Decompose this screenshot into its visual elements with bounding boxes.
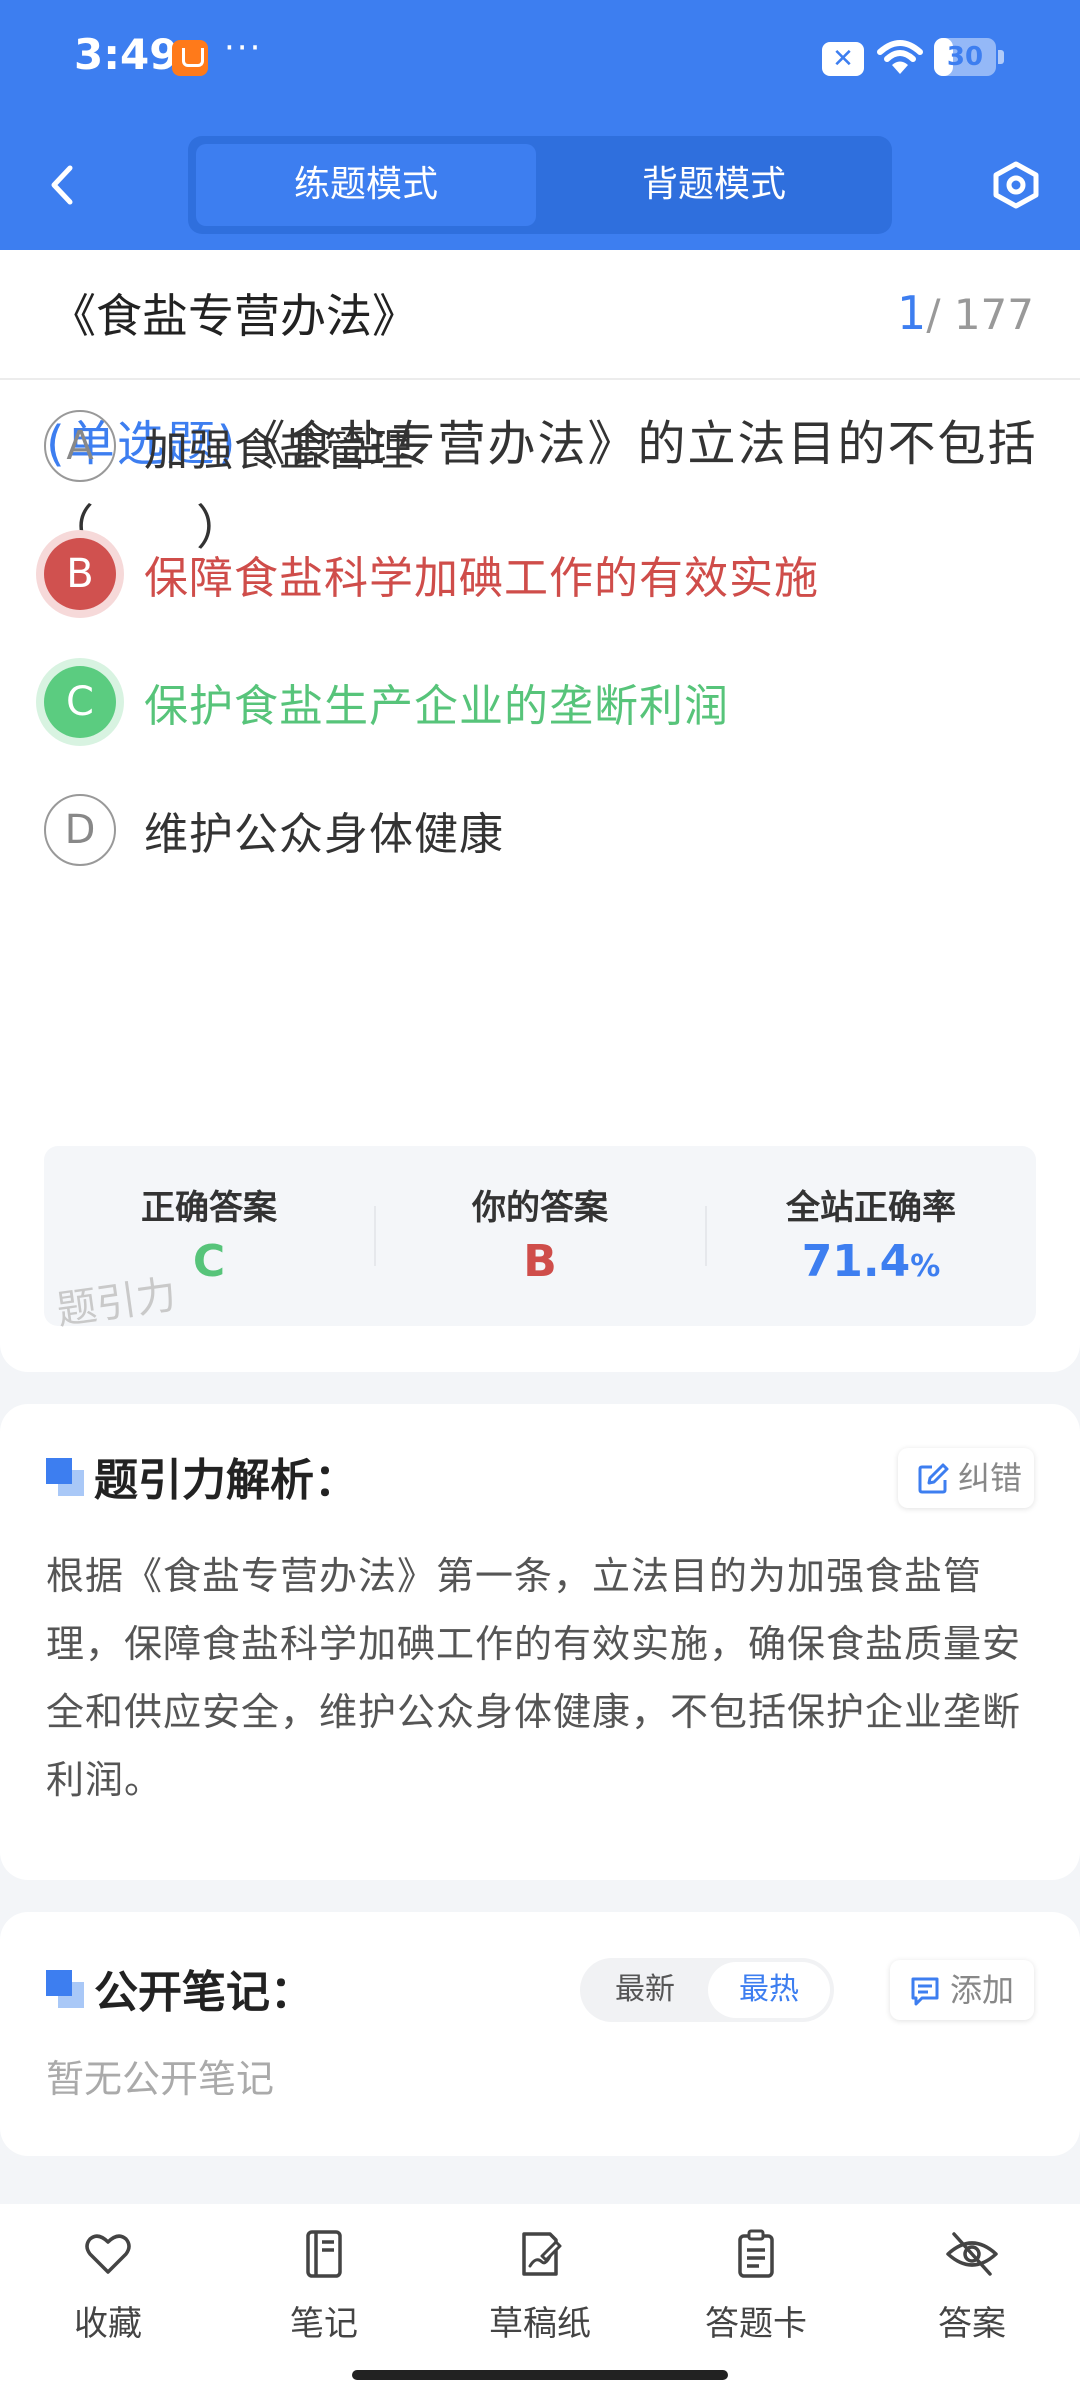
tab-practice-mode[interactable]: 练题模式 (196, 144, 536, 226)
back-button[interactable] (36, 150, 96, 220)
notes-title: 公开笔记： (94, 1967, 314, 2018)
notes-empty-state: 暂无公开笔记 (46, 2057, 275, 2101)
tab-draft-paper-label: 草稿纸 (489, 2304, 591, 2344)
option-text: 保护食盐生产企业的垄断利润 (144, 681, 729, 732)
analysis-title: 题引力解析： (94, 1455, 358, 1506)
add-note-button[interactable]: 添加 (890, 1960, 1034, 2020)
heart-icon (85, 2234, 131, 2274)
top-header: 3:49 ··· ✕ 30 练题模式 背题模式 (0, 0, 1080, 250)
report-error-label: 纠错 (958, 1459, 1023, 1497)
shopping-app-icon (172, 40, 208, 76)
your-answer-col: 你的答案 B (375, 1146, 705, 1326)
option-text: 保障食盐科学加碘工作的有效实施 (144, 553, 819, 604)
option-letter: D (44, 794, 116, 866)
correct-answer-label: 正确答案 (141, 1188, 277, 1228)
mode-switch: 练题模式 背题模式 (188, 136, 892, 234)
notebook-icon (306, 2230, 342, 2278)
option-letter: C (44, 666, 116, 738)
eye-off-icon (946, 2232, 998, 2276)
option-d[interactable]: D 维护公众身体健康 (44, 790, 1044, 870)
no-sim-icon: ✕ (822, 42, 864, 76)
notes-sort-switch: 最新 最热 (580, 1958, 834, 2022)
tab-favorite[interactable]: 收藏 (33, 2226, 183, 2346)
tab-answer-sheet[interactable]: 答题卡 (681, 2226, 831, 2346)
add-note-label: 添加 (950, 1971, 1015, 2009)
tab-draft-paper[interactable]: 草稿纸 (465, 2226, 615, 2346)
tab-recite-mode[interactable]: 背题模式 (544, 144, 884, 226)
option-text: 维护公众身体健康 (144, 809, 504, 860)
tab-notes[interactable]: 笔记 (249, 2226, 399, 2346)
tab-notes-label: 笔记 (290, 2304, 358, 2344)
answer-summary: 正确答案 C 你的答案 B 全站正确率 71.4% 题引力 (44, 1146, 1036, 1334)
question-counter[interactable]: 1/ 177 (897, 286, 1034, 340)
analysis-card: 题引力解析： 纠错 根据《食盐专营办法》第一条，立法目的为加强食盐管理，保障食盐… (0, 1404, 1080, 1880)
chapter-title: 《食盐专营办法》 (50, 289, 418, 343)
accuracy-unit: % (910, 1249, 941, 1284)
answer-sheet-icon (738, 2229, 774, 2278)
chevron-left-icon (51, 165, 73, 205)
draft-paper-icon (522, 2232, 562, 2276)
tab-answer-sheet-label: 答题卡 (705, 2304, 807, 2344)
option-letter: A (44, 410, 116, 482)
status-time: 3:49 (74, 30, 179, 79)
sort-hottest[interactable]: 最热 (708, 1962, 830, 2018)
tab-answer-label: 答案 (938, 2304, 1006, 2344)
total-questions: / 177 (926, 290, 1034, 339)
your-answer-label: 你的答案 (472, 1188, 608, 1228)
notes-card: 公开笔记： 最新 最热 添加 暂无公开笔记 (0, 1912, 1080, 2156)
accuracy-number: 71.4 (801, 1236, 911, 1287)
more-notifications-icon: ··· (224, 28, 263, 68)
accuracy-col: 全站正确率 71.4% (706, 1146, 1036, 1326)
accuracy-value: 71.4% (706, 1236, 1036, 1287)
tab-answer-toggle[interactable]: 答案 (897, 2226, 1047, 2346)
option-a[interactable]: A 加强食盐管理 (44, 406, 1044, 486)
section-icon (46, 1970, 84, 2008)
battery-level: 30 (946, 42, 984, 72)
option-letter: B (44, 538, 116, 610)
accuracy-label: 全站正确率 (786, 1188, 956, 1228)
section-icon (46, 1458, 84, 1496)
comment-icon (911, 1977, 939, 2006)
option-b[interactable]: B 保障食盐科学加碘工作的有效实施 (44, 534, 1044, 614)
settings-button[interactable] (986, 150, 1046, 220)
option-c[interactable]: C 保护食盐生产企业的垄断利润 (44, 662, 1044, 742)
status-bar: 3:49 ··· ✕ 30 (0, 0, 1080, 120)
battery-tip (998, 50, 1004, 64)
current-question-number: 1 (897, 286, 927, 340)
home-indicator[interactable] (352, 2370, 728, 2380)
question-card: 《食盐专营办法》 1/ 177 (单选题)《食盐专营办法》的立法目的不包括（ ）… (0, 250, 1080, 1372)
edit-icon (918, 1463, 949, 1494)
your-answer-value: B (523, 1236, 557, 1287)
report-error-button[interactable]: 纠错 (898, 1448, 1034, 1508)
wifi-icon (877, 40, 923, 74)
settings-hexagon-icon (993, 161, 1039, 209)
tab-favorite-label: 收藏 (74, 2304, 142, 2344)
option-text: 加强食盐管理 (144, 425, 414, 476)
divider (0, 378, 1080, 380)
sort-latest[interactable]: 最新 (584, 1962, 706, 2018)
analysis-body: 根据《食盐专营办法》第一条，立法目的为加强食盐管理，保障食盐科学加碘工作的有效实… (46, 1554, 1022, 1802)
battery-icon: 30 (934, 38, 996, 76)
